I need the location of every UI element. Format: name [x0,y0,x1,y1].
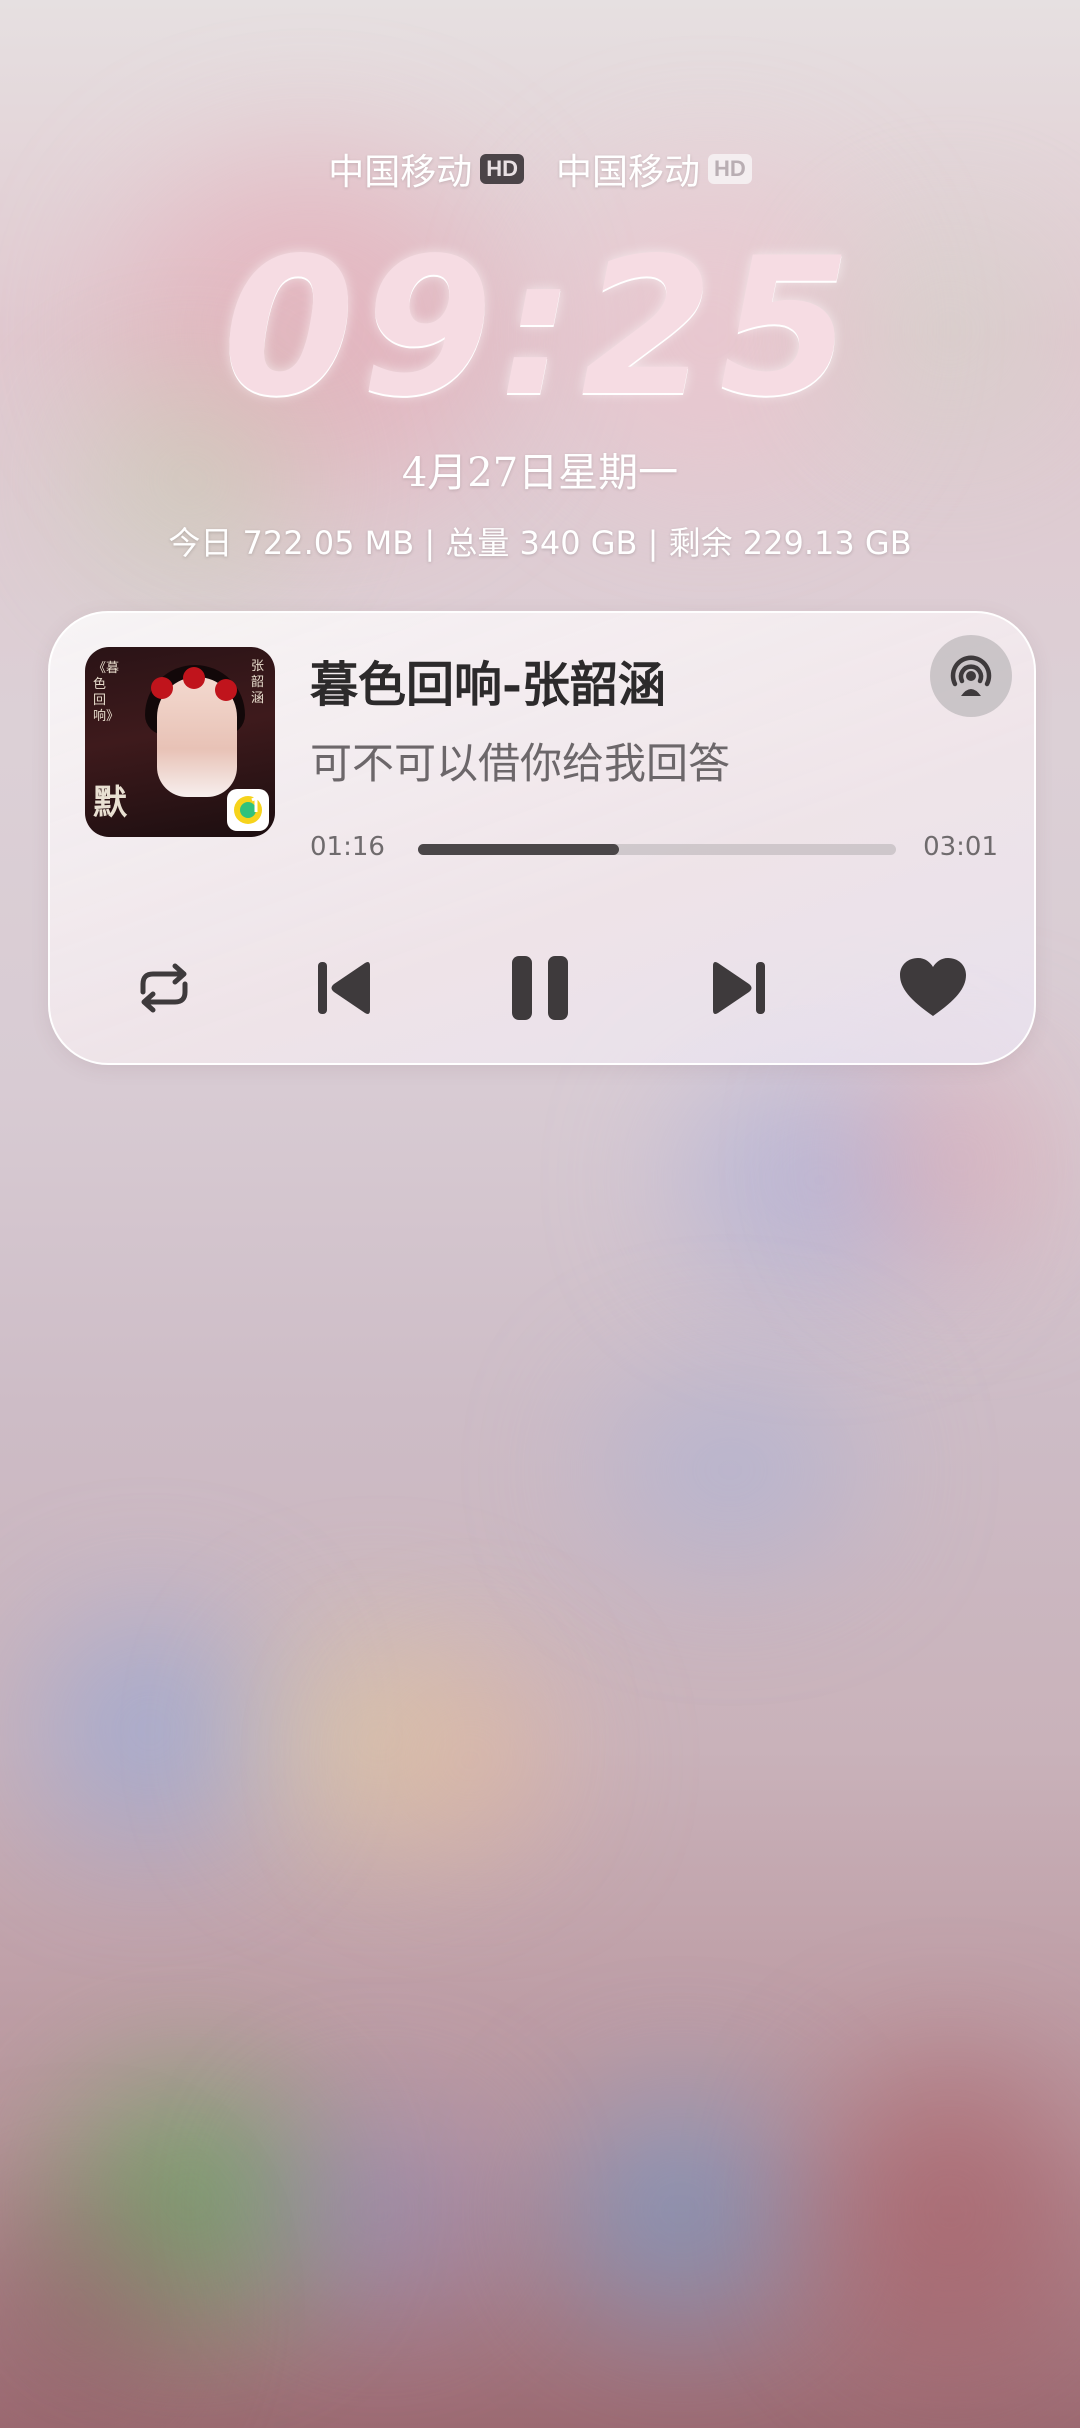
pause-button[interactable] [495,943,585,1033]
next-track-button[interactable] [694,943,784,1033]
like-button[interactable] [888,943,978,1033]
lockscreen-clock: 09:25 [222,217,858,438]
rose-decoration [215,679,237,701]
album-art-artist: 张韶涵 [251,659,265,706]
previous-track-button[interactable] [299,943,389,1033]
hd-badge: HD [480,154,524,184]
music-player-widget[interactable]: 《暮色回响》 张韶涵 默 暮色回响-张韶涵 可不可以借你给我回答 01:16 0… [48,611,1036,1065]
carrier-1: 中国移动 HD [328,143,524,195]
carrier-2: 中国移动 HD [556,143,752,195]
skip-next-icon [713,962,765,1014]
rose-decoration [151,677,173,699]
carrier-status: 中国移动 HD 中国移动 HD [0,143,1080,195]
pause-icon [512,956,568,1020]
cast-audio-icon [950,655,992,696]
data-usage-summary: 今日 722.05 MB | 总量 340 GB | 剩余 229.13 GB [168,524,912,562]
playback-progress-fill [418,844,619,855]
song-title: 暮色回响-张韶涵 [310,657,666,713]
album-art[interactable]: 《暮色回响》 张韶涵 默 [85,647,275,837]
hd-badge: HD [708,154,752,184]
lockscreen-date: 4月27日星期一 [401,450,679,496]
heart-icon [900,958,966,1016]
cast-audio-button[interactable] [930,635,1012,717]
elapsed-time: 01:16 [310,832,385,862]
repeat-icon [140,963,188,1013]
repeat-button[interactable] [119,943,209,1033]
qq-music-icon [227,789,269,831]
total-time: 03:01 [923,832,998,862]
album-art-subtitle: 《暮色回响》 [93,661,120,724]
carrier-name: 中国移动 [328,152,473,193]
skip-previous-icon [318,962,370,1014]
current-lyric: 可不可以借你给我回答 [310,739,731,788]
album-art-title: 默 [93,783,127,823]
playback-progress-bar[interactable] [418,844,896,855]
carrier-name: 中国移动 [556,152,701,193]
rose-decoration [183,667,205,689]
